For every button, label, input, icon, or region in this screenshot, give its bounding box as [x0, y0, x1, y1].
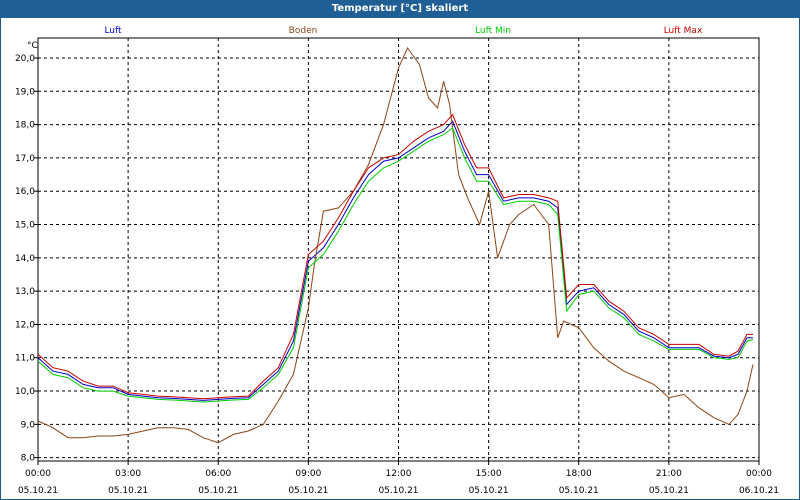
series-line-3 [37, 127, 754, 403]
legend-entry: Luft [104, 26, 122, 36]
x-tick-time: 18:00 [566, 469, 592, 479]
legend: Luft Boden Luft Min Luft Max [104, 26, 703, 36]
y-tick-label: 14,0 [15, 254, 35, 264]
x-tick-date: 05.10.21 [559, 486, 599, 496]
y-tick-label: 20,0 [15, 54, 35, 64]
series-line-2 [37, 47, 754, 444]
series-lines [37, 47, 754, 444]
x-tick-time: 00:00 [25, 469, 51, 479]
y-tick-label: 13,0 [15, 287, 35, 297]
x-tick-time: 21:00 [656, 469, 682, 479]
y-tick-label: 18,0 [15, 121, 35, 131]
y-tick-label: 9,0 [21, 420, 36, 430]
series-line-4 [37, 113, 753, 400]
y-tick-label: 15,0 [15, 221, 35, 231]
y-tick-label: 10,0 [15, 387, 35, 397]
temperature-chart: Luft Boden Luft Min Luft Max °C 8,0 9,0 10,0 1… [15, 26, 779, 496]
x-tick-date: 05.10.21 [378, 486, 418, 496]
x-tick-time: 03:00 [115, 469, 141, 479]
y-tick-label: 16,0 [15, 187, 35, 197]
x-tick-date: 05.10.21 [288, 486, 328, 496]
y-tick-label: 8,0 [21, 454, 36, 464]
series-line-1 [37, 120, 753, 401]
x-tick-time: 12:00 [386, 469, 412, 479]
y-unit-label: °C [27, 41, 38, 51]
y-tick-label: 12,0 [15, 320, 35, 330]
y-axis: 8,0 9,0 10,0 11,0 12,0 13,0 14,0 15,0 16,0 17,0 18… [15, 54, 38, 464]
x-tick-time: 15:00 [476, 469, 502, 479]
x-tick-date: 05.10.21 [649, 486, 689, 496]
legend-entry: Luft Max [664, 26, 703, 36]
x-axis: 00:00 05.10.21 03:00 05.10.21 06:00 05.10.21 0… [18, 461, 779, 496]
legend-entry: Luft Min [475, 26, 511, 36]
x-tick-date: 05.10.21 [198, 486, 238, 496]
legend-entry: Boden [289, 26, 318, 36]
y-tick-label: 11,0 [15, 354, 35, 364]
x-tick-date: 05.10.21 [108, 486, 148, 496]
y-tick-label: 19,0 [15, 87, 35, 97]
x-tick-time: 00:00 [746, 469, 772, 479]
x-tick-date: 06.10.21 [739, 486, 779, 496]
x-tick-time: 06:00 [205, 469, 231, 479]
y-tick-label: 17,0 [15, 154, 35, 164]
x-tick-date: 05.10.21 [18, 486, 58, 496]
x-tick-time: 09:00 [295, 469, 321, 479]
x-tick-date: 05.10.21 [469, 486, 509, 496]
